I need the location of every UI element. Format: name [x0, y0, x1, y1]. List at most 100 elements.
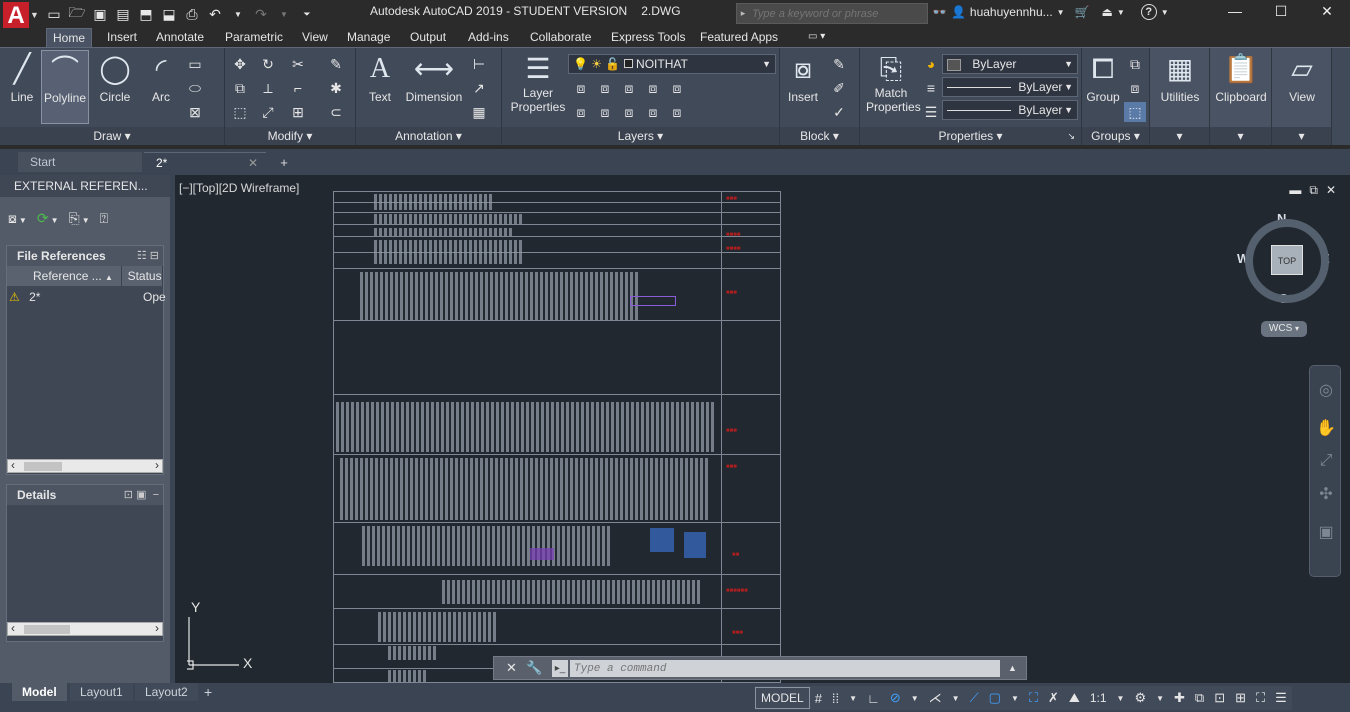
- view-expand-icon[interactable]: ▾: [1272, 127, 1331, 145]
- viewcube-top-face[interactable]: TOP: [1271, 245, 1303, 275]
- view-button[interactable]: ▱ View: [1274, 52, 1330, 124]
- stretch-icon[interactable]: ⬚: [229, 102, 251, 122]
- arc-button[interactable]: ◜ Arc: [142, 52, 180, 124]
- hatch-icon[interactable]: ⬭: [184, 78, 206, 98]
- command-prompt-icon[interactable]: ▸_: [552, 660, 568, 677]
- close-icon[interactable]: ✕: [1304, 0, 1350, 22]
- draw-panel-title[interactable]: Draw ▾: [0, 127, 224, 145]
- properties-panel-title[interactable]: Properties ▾ ↘: [860, 127, 1081, 145]
- rectangle-icon[interactable]: ▭: [184, 54, 206, 74]
- change-path-icon[interactable]: ⎘ ▼: [68, 210, 89, 227]
- clipboard-expand-icon[interactable]: ▾: [1210, 127, 1271, 145]
- tab-express-tools[interactable]: Express Tools: [605, 28, 691, 47]
- annotation-panel-title[interactable]: Annotation ▾: [356, 127, 501, 145]
- block-panel-title[interactable]: Block ▾: [780, 127, 859, 145]
- attach-dwg-icon[interactable]: ⧇ ▼: [8, 210, 27, 227]
- command-history-icon[interactable]: ▲: [1008, 663, 1017, 673]
- viewcube-ring[interactable]: TOP: [1245, 219, 1329, 303]
- ortho-icon[interactable]: ∟: [862, 686, 885, 710]
- snap-dropdown-icon[interactable]: ▼: [844, 686, 862, 710]
- undo-dropdown-icon[interactable]: ▼: [228, 5, 248, 23]
- array-icon[interactable]: ⊞: [287, 102, 309, 122]
- layer-tool-1-icon[interactable]: ⧈: [570, 78, 592, 98]
- scroll-left-icon[interactable]: ‹: [11, 621, 15, 635]
- layer-dropdown[interactable]: 💡 ☀ 🔓 NOITHAT ▼: [568, 54, 776, 74]
- user-dropdown-icon[interactable]: ▼: [1057, 8, 1065, 17]
- offset-icon[interactable]: ⊂: [325, 102, 347, 122]
- tab-parametric[interactable]: Parametric: [219, 28, 289, 47]
- tab-annotate[interactable]: Annotate: [150, 28, 210, 47]
- tab-insert[interactable]: Insert: [101, 28, 143, 47]
- ungroup-icon[interactable]: ⧉: [1124, 54, 1146, 74]
- insert-button[interactable]: ⧇ Insert: [782, 52, 824, 124]
- save-icon[interactable]: ▣: [90, 5, 110, 23]
- steering-wheel-icon[interactable]: ◎: [1315, 380, 1337, 402]
- refresh-icon[interactable]: ⟳ ▼: [37, 210, 59, 227]
- search-input[interactable]: [749, 4, 927, 23]
- workspace-gear-icon[interactable]: ⚙: [1129, 686, 1151, 710]
- help-dropdown-icon[interactable]: ▼: [1161, 8, 1169, 17]
- linear-dim-icon[interactable]: ⊢: [468, 54, 490, 74]
- details-scrollbar[interactable]: ‹ ›: [7, 621, 163, 636]
- help-icon[interactable]: ⍰: [100, 210, 108, 227]
- annotation-monitor-icon[interactable]: ✚: [1169, 686, 1190, 710]
- layer-tool-8-icon[interactable]: ⧈: [618, 102, 640, 122]
- minimize-viewport-icon[interactable]: ▬: [1289, 183, 1301, 198]
- undo-icon[interactable]: ↶: [205, 5, 225, 23]
- tab-output[interactable]: Output: [404, 28, 452, 47]
- object-snap-tracking-icon[interactable]: ⟋: [965, 686, 984, 710]
- ribbon-minimize-icon[interactable]: ▭ ▾: [802, 28, 831, 47]
- grid-icon[interactable]: #: [810, 686, 827, 710]
- dimension-button[interactable]: ⟷ Dimension: [402, 52, 466, 124]
- zoom-extents-icon[interactable]: ⤢: [1315, 450, 1337, 472]
- tab-view[interactable]: View: [296, 28, 334, 47]
- file-tab-start[interactable]: Start: [18, 152, 142, 172]
- layout-tab-layout1[interactable]: Layout1: [70, 683, 133, 701]
- add-layout-icon[interactable]: +: [200, 683, 216, 701]
- groups-panel-title[interactable]: Groups ▾: [1082, 127, 1149, 145]
- redo-icon[interactable]: ↷: [251, 5, 271, 23]
- palette-title[interactable]: EXTERNAL REFEREN...: [0, 175, 170, 197]
- trim-icon[interactable]: ✂: [287, 54, 309, 74]
- tab-collaborate[interactable]: Collaborate: [524, 28, 597, 47]
- group-button[interactable]: ⧠ Group: [1084, 52, 1122, 124]
- user-icon[interactable]: 👤: [951, 5, 966, 19]
- maximize-icon[interactable]: ☐: [1258, 0, 1304, 22]
- layer-tool-6-icon[interactable]: ⧈: [570, 102, 592, 122]
- polyline-button[interactable]: ⌒ Polyline: [41, 50, 89, 124]
- scale-dropdown-icon[interactable]: ▼: [1112, 686, 1130, 710]
- layer-properties-button[interactable]: ☰ Layer Properties: [510, 52, 566, 124]
- close-viewport-icon[interactable]: ✕: [1326, 183, 1336, 198]
- group-edit-icon[interactable]: ⧈: [1124, 78, 1146, 98]
- details-view-icon[interactable]: ⊡ ▣ −: [124, 485, 159, 505]
- color-dropdown[interactable]: ByLayer ▼: [942, 54, 1078, 74]
- fillet-icon[interactable]: ⌐: [287, 78, 309, 98]
- scroll-thumb[interactable]: [24, 462, 62, 471]
- a360-dropdown-icon[interactable]: ▼: [1117, 8, 1125, 17]
- mirror-icon[interactable]: ⟂: [257, 78, 279, 98]
- annotation-scale-value[interactable]: 1:1: [1085, 686, 1112, 710]
- viewport-controls-label[interactable]: [−][Top][2D Wireframe]: [179, 181, 299, 195]
- user-name[interactable]: huahuyennhu...: [970, 5, 1053, 19]
- linetype-dropdown[interactable]: ByLayer ▼: [942, 77, 1078, 97]
- wcs-menu[interactable]: WCS ▾: [1261, 321, 1307, 337]
- command-input[interactable]: [570, 660, 1000, 677]
- layer-tool-4-icon[interactable]: ⧈: [642, 78, 664, 98]
- edit-block-icon[interactable]: ✐: [828, 78, 850, 98]
- model-space-button[interactable]: MODEL: [755, 687, 810, 709]
- scroll-thumb[interactable]: [24, 625, 70, 634]
- text-button[interactable]: A Text: [362, 52, 398, 124]
- scale-icon[interactable]: ⤢: [257, 102, 279, 122]
- tab-home[interactable]: Home: [46, 28, 93, 47]
- utilities-expand-icon[interactable]: ▾: [1150, 127, 1209, 145]
- expand-arrow-icon[interactable]: ▸: [737, 8, 749, 19]
- layer-tool-10-icon[interactable]: ⧈: [666, 102, 688, 122]
- layer-tool-5-icon[interactable]: ⧈: [666, 78, 688, 98]
- layout-tab-layout2[interactable]: Layout2: [135, 683, 198, 701]
- units-icon[interactable]: ⧉: [1190, 686, 1209, 710]
- plot-icon[interactable]: ⎙: [182, 5, 202, 23]
- rotate-icon[interactable]: ↻: [257, 54, 279, 74]
- cart-icon[interactable]: 🛒: [1075, 5, 1090, 19]
- erase-icon[interactable]: ✎: [325, 54, 347, 74]
- horizontal-scrollbar[interactable]: ‹ ›: [7, 458, 163, 473]
